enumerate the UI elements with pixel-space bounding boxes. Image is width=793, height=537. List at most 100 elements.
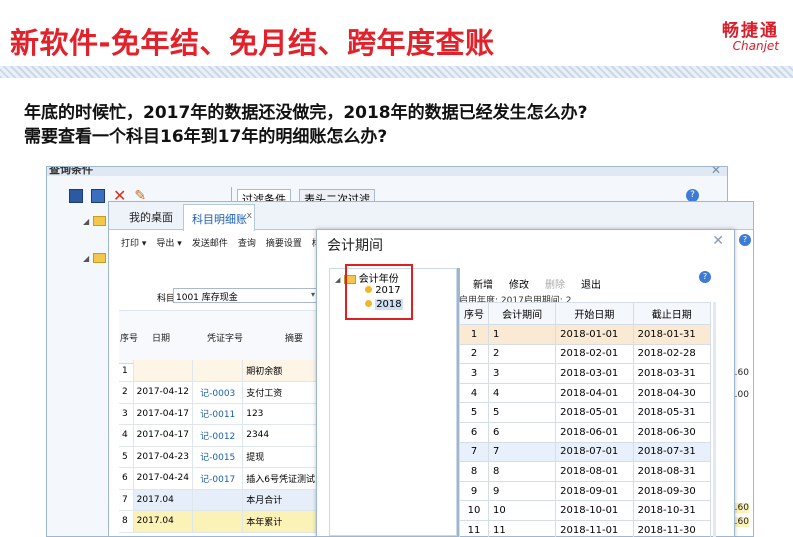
folder-icon	[92, 253, 106, 263]
cell-date: 2017-04-17	[133, 403, 194, 425]
cell-date: 2017.04	[133, 489, 194, 511]
table-row[interactable]: 10 10 2018-10-01 2018-10-31	[459, 500, 712, 521]
cell-period: 2	[487, 343, 557, 365]
close-icon[interactable]: ✕	[711, 167, 721, 176]
tab-my-desktop[interactable]: 我的桌面	[123, 207, 179, 227]
cell-no: 1	[119, 360, 134, 382]
cell-start: 2018-06-01	[555, 421, 634, 443]
col-header-no: 序号	[459, 302, 489, 325]
add-button[interactable]: 新增	[473, 276, 493, 291]
logo-text-cn: 畅捷通	[722, 21, 779, 41]
col-header-date: 日期	[152, 334, 171, 344]
table-row[interactable]: 7 2017.04 本月合计	[119, 489, 319, 511]
cell-start: 2018-05-01	[555, 402, 634, 423]
question-line-2: 需要查看一个科目16年到17年的明细账怎么办?	[24, 127, 388, 147]
cell-summary: 123	[242, 403, 319, 425]
save-as-icon[interactable]	[91, 189, 105, 203]
cell-no: 2	[119, 381, 134, 404]
col-header-end: 截止日期	[632, 302, 712, 325]
ledger-grid: 1 期初余额 2 2017-04-12 记-0003 支付工资 3 2017-04-17 记-0…	[119, 360, 319, 533]
cell-start: 2018-02-01	[555, 343, 634, 365]
table-row[interactable]: 3 3 2018-03-01 2018-03-31	[459, 363, 712, 384]
cell-voucher[interactable]: 记-0011	[192, 403, 244, 425]
cell-end: 2018-11-30	[632, 519, 712, 537]
window-titlebar: 查询条件 ✕	[47, 167, 727, 176]
cell-summary: 提现	[242, 446, 319, 468]
cell-voucher[interactable]: 记-0017	[192, 467, 244, 490]
col-header-summary: 摘要	[285, 334, 304, 344]
table-row[interactable]: 8 2017.04 本年累计	[119, 510, 319, 533]
table-row[interactable]: 4 2017-04-17 记-0012 2344	[119, 424, 319, 447]
cell-no: 8	[459, 461, 489, 482]
toolbar-print[interactable]: 打印 ▾	[121, 236, 146, 249]
cell-summary: 期初余额	[242, 360, 319, 382]
save-icon[interactable]	[69, 189, 83, 203]
table-row[interactable]: 5 5 2018-05-01 2018-05-31	[459, 402, 712, 423]
cell-no: 6	[119, 467, 134, 490]
delete-button[interactable]: 删除	[545, 276, 565, 291]
ledger-grid-header: 序号 日期 凭证字号 摘要	[119, 310, 319, 364]
cell-summary: 2344	[242, 424, 319, 447]
table-row[interactable]: 3 2017-04-17 记-0011 123	[119, 403, 319, 425]
expand-icon[interactable]: ◢	[83, 254, 89, 263]
dropdown-arrow-icon[interactable]: ▾	[311, 290, 315, 299]
table-row[interactable]: 4 4 2018-04-01 2018-04-30	[459, 382, 712, 404]
toolbar-send-email[interactable]: 发送邮件	[192, 236, 228, 249]
cell-period: 1	[487, 324, 557, 345]
cell-end: 2018-07-31	[632, 441, 712, 463]
cell-date: 2017-04-12	[133, 381, 194, 404]
table-row[interactable]: 5 2017-04-23 记-0015 提现	[119, 446, 319, 468]
cell-date: 2017-04-23	[133, 446, 194, 468]
cell-end: 2018-03-31	[632, 363, 712, 384]
cell-no: 9	[459, 480, 489, 502]
cell-voucher[interactable]: 记-0012	[192, 424, 244, 447]
col-header-no: 序号	[120, 334, 139, 344]
cell-period: 8	[487, 461, 557, 482]
cell-no: 3	[119, 403, 134, 425]
cell-date: 2017.04	[133, 510, 194, 533]
cell-no: 7	[459, 441, 489, 463]
edit-button[interactable]: 修改	[509, 276, 529, 291]
dialog-close-icon[interactable]: ✕	[712, 233, 724, 249]
cell-period: 10	[487, 500, 557, 521]
table-row[interactable]: 11 11 2018-11-01 2018-11-30	[459, 519, 712, 537]
collapse-icon[interactable]: ◢	[335, 276, 340, 284]
cell-summary: 插入6号凭证测试	[242, 467, 319, 490]
expand-icon[interactable]: ◢	[83, 217, 89, 226]
scrollbar[interactable]	[713, 302, 716, 537]
table-row[interactable]: 6 6 2018-06-01 2018-06-30	[459, 421, 712, 443]
subject-value: 1001 库存现金	[176, 293, 238, 303]
toolbar-query[interactable]: 查询	[238, 236, 256, 249]
cell-start: 2018-11-01	[555, 519, 634, 537]
toolbar-summary-settings[interactable]: 摘要设置	[266, 236, 302, 249]
tab-ledger[interactable]: 科目明细账 x	[183, 204, 255, 231]
table-row[interactable]: 9 9 2018-09-01 2018-09-30	[459, 480, 712, 502]
table-row[interactable]: 2 2017-04-12 记-0003 支付工资	[119, 381, 319, 404]
period-grid: 序号 会计期间 开始日期 截止日期 1 1 2018-01-01 2018-01-31…	[459, 302, 712, 537]
window-title: 查询条件	[49, 167, 93, 176]
cell-date	[133, 360, 194, 382]
header-stripe	[0, 66, 793, 78]
toolbar-export[interactable]: 导出 ▾	[156, 236, 181, 249]
cell-period: 9	[487, 480, 557, 502]
exit-button[interactable]: 退出	[581, 276, 601, 291]
cell-start: 2018-04-01	[555, 382, 634, 404]
cell-start: 2018-01-01	[555, 324, 634, 345]
tab-close-icon[interactable]: x	[247, 211, 252, 221]
table-row[interactable]: 8 8 2018-08-01 2018-08-31	[459, 461, 712, 482]
help-icon[interactable]: ?	[699, 271, 711, 283]
help-icon[interactable]: ?	[739, 234, 751, 246]
table-row[interactable]: 1 期初余额	[119, 360, 319, 382]
tab-ledger-label: 科目明细账	[192, 213, 247, 226]
logo-text-en: Chanjet	[732, 39, 779, 53]
table-row[interactable]: 1 1 2018-01-01 2018-01-31	[459, 324, 712, 345]
table-row[interactable]: 7 7 2018-07-01 2018-07-31	[459, 441, 712, 463]
cell-end: 2018-08-31	[632, 461, 712, 482]
cell-no: 11	[459, 519, 489, 537]
cell-voucher[interactable]: 记-0015	[192, 446, 244, 468]
cell-voucher[interactable]: 记-0003	[192, 381, 244, 404]
table-row[interactable]: 2 2 2018-02-01 2018-02-28	[459, 343, 712, 365]
question-line-1: 年底的时候忙，2017年的数据还没做完，2018年的数据已经发生怎么办?	[24, 103, 588, 123]
subject-select[interactable]: 1001 库存现金	[173, 288, 319, 303]
table-row[interactable]: 6 2017-04-24 记-0017 插入6号凭证测试	[119, 467, 319, 490]
